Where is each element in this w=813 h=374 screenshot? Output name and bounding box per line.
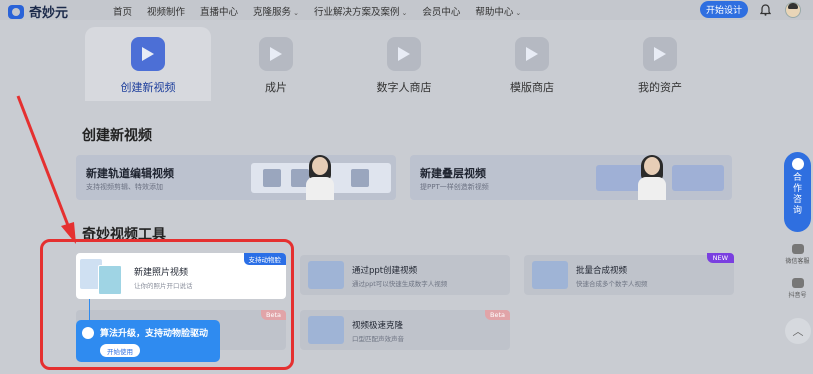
douyin-icon (791, 278, 804, 288)
layer-preview-image (672, 165, 724, 191)
highlight-annotation-box (40, 239, 294, 370)
beta-badge: Beta (485, 310, 510, 320)
create-layered-video-card[interactable]: 新建叠层视频 提PPT一样创造新视频 (410, 155, 732, 200)
card-subtitle: 提PPT一样创造新视频 (420, 183, 489, 191)
card-title: 新建轨道编辑视频 (86, 167, 174, 180)
tool-thumbnail (308, 316, 344, 344)
consult-char: 咨 (792, 195, 802, 205)
tool-title: 批量合成视频 (576, 266, 628, 276)
card-title: 新建叠层视频 (420, 167, 486, 180)
tool-card-ppt-video[interactable]: 通过ppt创建视频 通过ppt可以快速生成数字人视频 (300, 255, 510, 295)
consult-char: 合 (792, 173, 802, 183)
wechat-icon (791, 244, 804, 254)
wechat-service[interactable]: 微信客服 (784, 244, 811, 265)
tool-subtitle: 口型匹配声效声音 (352, 335, 404, 343)
douyin-label: 抖音号 (788, 292, 807, 299)
new-badge: NEW (706, 253, 734, 263)
tool-card-video-clone[interactable]: 视频极速克隆 口型匹配声效声音 Beta (300, 310, 510, 350)
tool-title: 视频极速克隆 (352, 321, 404, 331)
consult-char: 询 (792, 206, 802, 216)
headset-icon (791, 158, 804, 170)
consult-char: 作 (792, 184, 802, 194)
presenter-image (302, 155, 338, 200)
back-to-top-button[interactable]: ︿ (785, 318, 811, 344)
create-section-title: 创建新视频 (82, 128, 152, 144)
card-subtitle: 支持视频剪辑、特效添加 (86, 183, 163, 191)
tool-thumbnail (308, 261, 344, 289)
wechat-label: 微信客服 (785, 258, 810, 265)
tool-subtitle: 快速合成多个数字人视频 (576, 280, 648, 288)
presenter-image (634, 155, 670, 200)
tool-title: 通过ppt创建视频 (352, 266, 418, 276)
tool-card-batch-video[interactable]: 批量合成视频 快速合成多个数字人视频 NEW (524, 253, 734, 295)
consult-button[interactable]: 合 作 咨 询 (784, 152, 811, 232)
douyin-account[interactable]: 抖音号 (784, 278, 811, 299)
tool-subtitle: 通过ppt可以快速生成数字人视频 (352, 280, 448, 288)
create-track-video-card[interactable]: 新建轨道编辑视频 支持视频剪辑、特效添加 (76, 155, 396, 200)
tool-thumbnail (532, 261, 568, 289)
